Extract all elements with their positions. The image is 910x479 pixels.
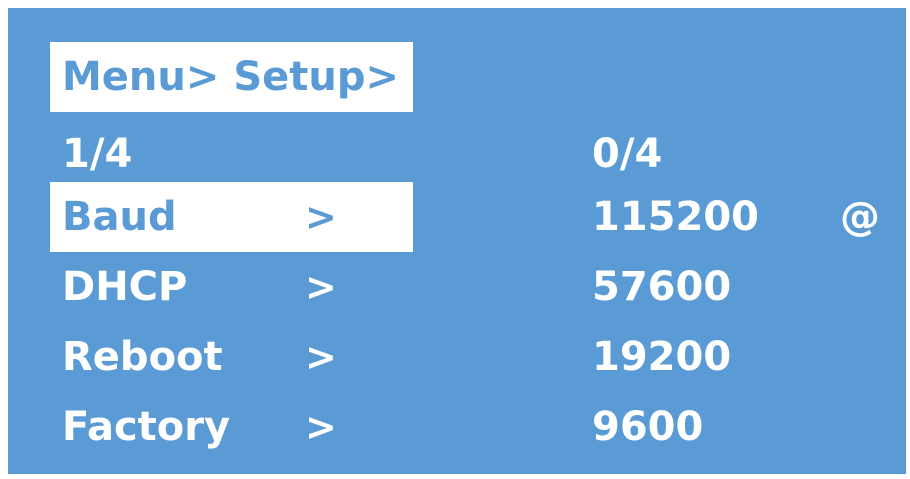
baud-option-57600[interactable]: 57600	[592, 252, 731, 322]
page-indicator-left: 1/4	[62, 131, 133, 177]
chevron-right-icon: >	[305, 195, 337, 239]
page-indicator-right: 0/4	[592, 131, 663, 177]
chevron-right-icon: >	[305, 335, 337, 379]
menu-item-label: Baud	[62, 194, 177, 240]
current-selection-marker: @	[840, 194, 880, 240]
menu-item-label: DHCP	[62, 264, 188, 310]
menu-item-label: Factory	[62, 404, 231, 450]
menu-item-baud[interactable]: Baud >	[50, 182, 413, 252]
menu-item-dhcp[interactable]: DHCP >	[50, 252, 413, 322]
breadcrumb-title: Menu> Setup>	[50, 42, 413, 112]
baud-option-19200[interactable]: 19200	[592, 322, 731, 392]
menu-item-label: Reboot	[62, 334, 223, 380]
menu-item-reboot[interactable]: Reboot >	[50, 322, 413, 392]
baud-option-115200[interactable]: 115200	[592, 182, 759, 252]
menu-item-factory[interactable]: Factory >	[50, 392, 413, 462]
baud-option-9600[interactable]: 9600	[592, 392, 703, 462]
chevron-right-icon: >	[305, 265, 337, 309]
chevron-right-icon: >	[305, 405, 337, 449]
osd-menu-screen: Menu> Setup> 1/4 0/4 Baud > DHCP > Reboo…	[8, 8, 906, 474]
